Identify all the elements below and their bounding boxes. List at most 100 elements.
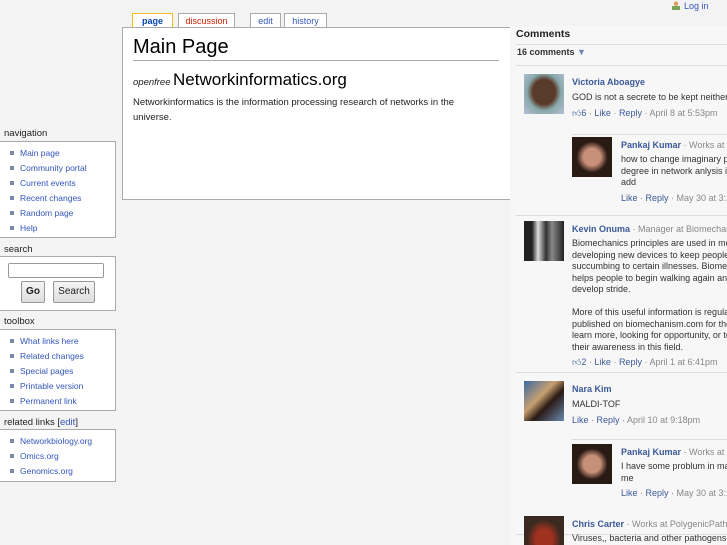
nav-main-page[interactable]: Main page xyxy=(8,146,115,161)
comments-panel: Comments 16 comments ▼ Victoria Aboagye … xyxy=(510,26,727,545)
comment-reply: Pankaj Kumar · Works at S I have some pr… xyxy=(621,447,727,498)
avatar[interactable] xyxy=(572,137,612,177)
user-icon xyxy=(672,1,680,10)
comment-author[interactable]: Kevin Onuma xyxy=(572,224,630,234)
tool-printable-version[interactable]: Printable version xyxy=(8,379,115,394)
thumbs-up-icon: 👍︎ xyxy=(572,107,582,118)
reply-link[interactable]: Reply xyxy=(597,415,620,425)
like-link[interactable]: Like xyxy=(594,108,611,118)
avatar[interactable] xyxy=(524,516,564,545)
comment-text-line: learn more, looking for opportunity, or … xyxy=(572,330,727,340)
avatar[interactable] xyxy=(524,74,564,114)
comment-text-line: helps people to begin walking again and … xyxy=(572,272,727,283)
intro-text: Networkinformatics is the information pr… xyxy=(133,97,455,123)
nav-random-page[interactable]: Random page xyxy=(8,206,115,221)
like-count[interactable]: 6 xyxy=(581,108,586,118)
reply-link[interactable]: Reply xyxy=(646,488,669,498)
comment-text-line: developing new devices to keep people f xyxy=(572,249,727,260)
related-title: related links xyxy=(4,417,55,428)
tool-what-links-here[interactable]: What links here xyxy=(8,334,115,349)
comment: Chris Carter · Works at PolygenicPathw V… xyxy=(572,519,727,545)
like-link[interactable]: Like xyxy=(621,193,638,203)
work-text: Manager at Biomechani xyxy=(638,224,727,234)
login-link[interactable]: Log in xyxy=(672,1,709,11)
comment-author-work: · Works at S xyxy=(684,140,727,150)
comment-text-line: add xyxy=(621,177,637,187)
search-portlet: Go Search xyxy=(0,256,116,311)
comment-count: 16 comments xyxy=(517,47,575,57)
avatar[interactable] xyxy=(572,444,612,484)
related-links-heading: related links [edit] xyxy=(4,417,78,428)
comment-text-line: their awareness in this field. xyxy=(572,341,684,352)
work-text: Works at S xyxy=(689,140,727,150)
tool-related-changes[interactable]: Related changes xyxy=(8,349,115,364)
comment-text: Biomechanics principles are used in med d… xyxy=(572,238,727,353)
reply-link[interactable]: Reply xyxy=(619,108,642,118)
subtitle-prefix: openfree xyxy=(133,77,171,88)
content-area: Main Page openfree Networkinformatics.or… xyxy=(122,27,510,200)
like-link[interactable]: Like xyxy=(572,415,589,425)
tab-edit[interactable]: edit xyxy=(250,13,281,28)
tab-history[interactable]: history xyxy=(284,13,327,28)
nav-help[interactable]: Help xyxy=(8,221,115,236)
comment-reply: Pankaj Kumar · Works at S how to change … xyxy=(621,140,727,203)
comment-text-line xyxy=(572,296,727,308)
comment-text-line: succumbing to certain illnesses. Biomec xyxy=(572,261,727,271)
comment-time: May 30 at 3:17 xyxy=(676,192,727,203)
comment-text: GOD is not a secrete to be kept neither … xyxy=(572,92,727,102)
related-networkbiology[interactable]: Networkbiology.org xyxy=(8,434,115,449)
related-genomics[interactable]: Genomics.org xyxy=(8,464,115,479)
comment-author-work: · Manager at Biomechani xyxy=(633,224,727,234)
like-link[interactable]: Like xyxy=(594,357,611,367)
comment-text-line: me xyxy=(621,472,634,483)
navigation-heading: navigation xyxy=(4,128,48,139)
like-link[interactable]: Like xyxy=(621,488,638,498)
comment: Kevin Onuma · Manager at Biomechani Biom… xyxy=(572,224,727,368)
search-input[interactable] xyxy=(8,263,104,278)
work-text: Works at PolygenicPathw xyxy=(632,519,727,529)
go-button[interactable]: Go xyxy=(21,281,45,303)
tool-special-pages[interactable]: Special pages xyxy=(8,364,115,379)
comment-author-work: · Works at S xyxy=(684,447,727,457)
related-links-portlet: Networkbiology.org Omics.org Genomics.or… xyxy=(0,429,116,482)
tool-permanent-link[interactable]: Permanent link xyxy=(8,394,115,409)
avatar[interactable] xyxy=(524,221,564,261)
comment-text-line: More of this useful information is regul… xyxy=(572,307,727,317)
comment-text-line: I have some problum in mat xyxy=(621,461,727,471)
page-title: Main Page xyxy=(133,36,229,58)
like-count[interactable]: 2 xyxy=(581,357,586,367)
reply-link[interactable]: Reply xyxy=(646,193,669,203)
related-omics[interactable]: Omics.org xyxy=(8,449,115,464)
nav-recent-changes[interactable]: Recent changes xyxy=(8,191,115,206)
comment-time: April 10 at 9:18pm xyxy=(627,414,701,425)
comment-text-line: how to change imaginary pa xyxy=(621,154,727,164)
comment: Victoria Aboagye GOD is not a secrete to… xyxy=(572,77,727,118)
search-button[interactable]: Search xyxy=(53,281,95,303)
comment-author[interactable]: Pankaj Kumar xyxy=(621,447,681,457)
avatar[interactable] xyxy=(524,381,564,421)
comment-text-line: degree in network anlysis in xyxy=(621,165,727,176)
search-heading: search xyxy=(4,244,33,255)
nav-community-portal[interactable]: Community portal xyxy=(8,161,115,176)
comment-author[interactable]: Victoria Aboagye xyxy=(572,77,727,87)
comment-time: April 8 at 5:53pm xyxy=(649,107,718,118)
subtitle: openfree Networkinformatics.org xyxy=(133,70,347,90)
comment-text-line: published on biomechanism.com for thos xyxy=(572,318,727,329)
subtitle-text: Networkinformatics.org xyxy=(173,70,347,89)
comment-text-line: Biomechanics principles are used in med xyxy=(572,238,727,248)
navigation-portlet: Main page Community portal Current event… xyxy=(0,141,116,238)
comment-author-work: · Works at PolygenicPathw xyxy=(627,519,727,529)
related-edit-link[interactable]: edit xyxy=(60,417,75,428)
reply-link[interactable]: Reply xyxy=(619,357,642,367)
tab-discussion[interactable]: discussion xyxy=(178,13,235,28)
comment-author[interactable]: Chris Carter xyxy=(572,519,624,529)
comment-text: MALDI-TOF xyxy=(572,399,621,409)
comment-text: Viruses,, bacteria and other pathogens h xyxy=(572,533,727,543)
comment-text-line: develop stride. xyxy=(572,284,631,294)
thumbs-up-icon: 👍︎ xyxy=(572,357,582,367)
comment-author[interactable]: Pankaj Kumar xyxy=(621,140,681,150)
comment-author[interactable]: Nara Kim xyxy=(572,384,700,394)
comments-sort-dropdown[interactable]: 16 comments ▼ xyxy=(517,47,586,57)
comment-time: April 1 at 6:41pm xyxy=(649,357,718,367)
nav-current-events[interactable]: Current events xyxy=(8,176,115,191)
